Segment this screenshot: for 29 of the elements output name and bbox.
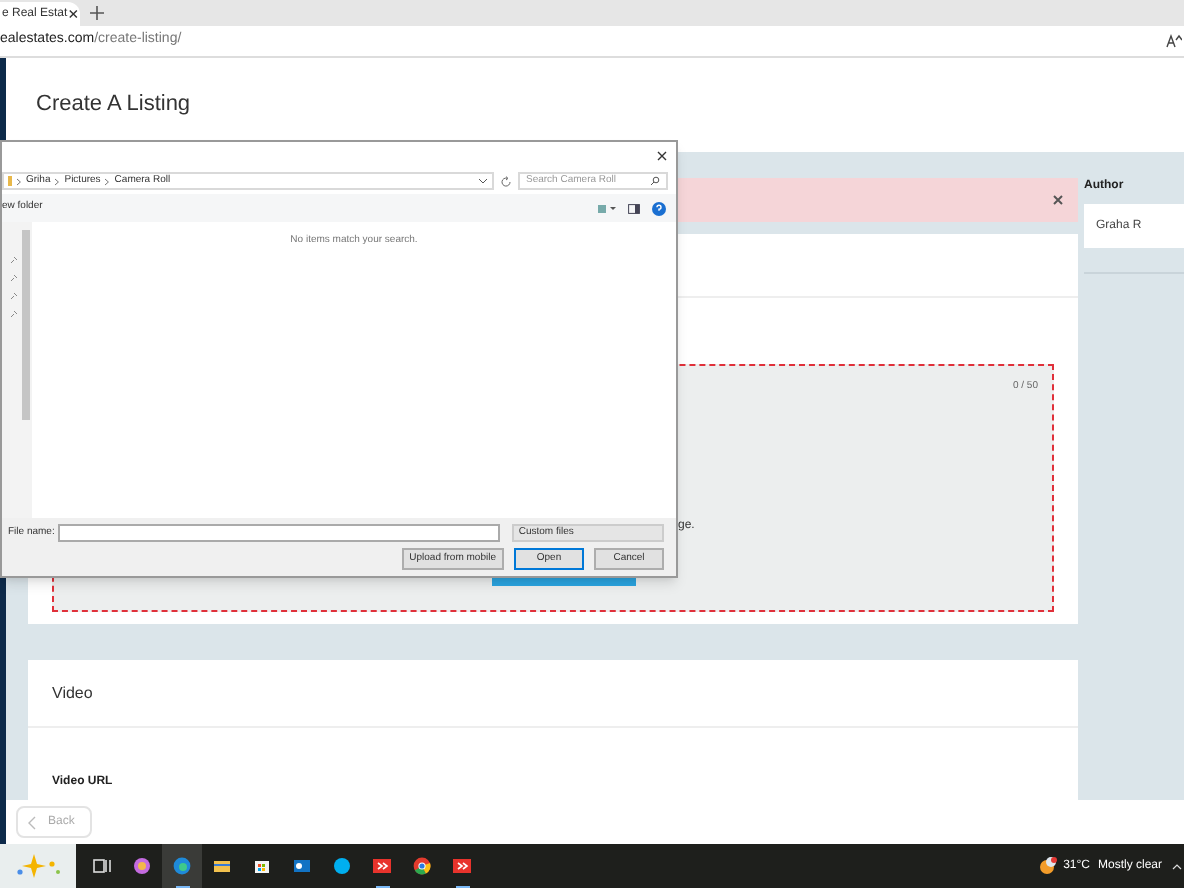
chevron-up-icon[interactable] (1172, 863, 1182, 869)
search-icon (650, 176, 660, 186)
preview-pane-icon[interactable] (628, 203, 640, 213)
file-name-field[interactable] (58, 524, 501, 542)
store-bag-icon (252, 856, 272, 876)
arrows-app-icon (452, 856, 472, 876)
chevron-right-icon (104, 177, 111, 185)
mail-app-icon (292, 856, 312, 876)
chevron-down-icon[interactable] (478, 178, 488, 184)
page-title: Create A Listing (36, 90, 191, 121)
read-aloud-icon[interactable] (1166, 34, 1182, 48)
view-icon[interactable] (598, 203, 616, 213)
new-tab-icon[interactable] (90, 6, 104, 20)
arrows-app-icon (372, 856, 392, 876)
chevron-left-icon (28, 815, 36, 829)
circle-app-icon (332, 856, 352, 876)
weather-icon[interactable] (1037, 856, 1058, 876)
chrome-like-icon (412, 856, 432, 876)
close-icon[interactable] (656, 150, 668, 162)
section-title: Video (52, 681, 93, 705)
chevron-right-icon (16, 177, 22, 185)
help-icon[interactable] (652, 201, 666, 215)
close-icon[interactable] (67, 8, 78, 20)
task-view-icon (92, 856, 112, 876)
chevron-right-icon (54, 177, 61, 185)
browser-app-icon (172, 856, 192, 876)
refresh-icon[interactable] (500, 175, 512, 187)
folder-icon (212, 856, 232, 876)
close-icon[interactable] (1052, 193, 1064, 206)
